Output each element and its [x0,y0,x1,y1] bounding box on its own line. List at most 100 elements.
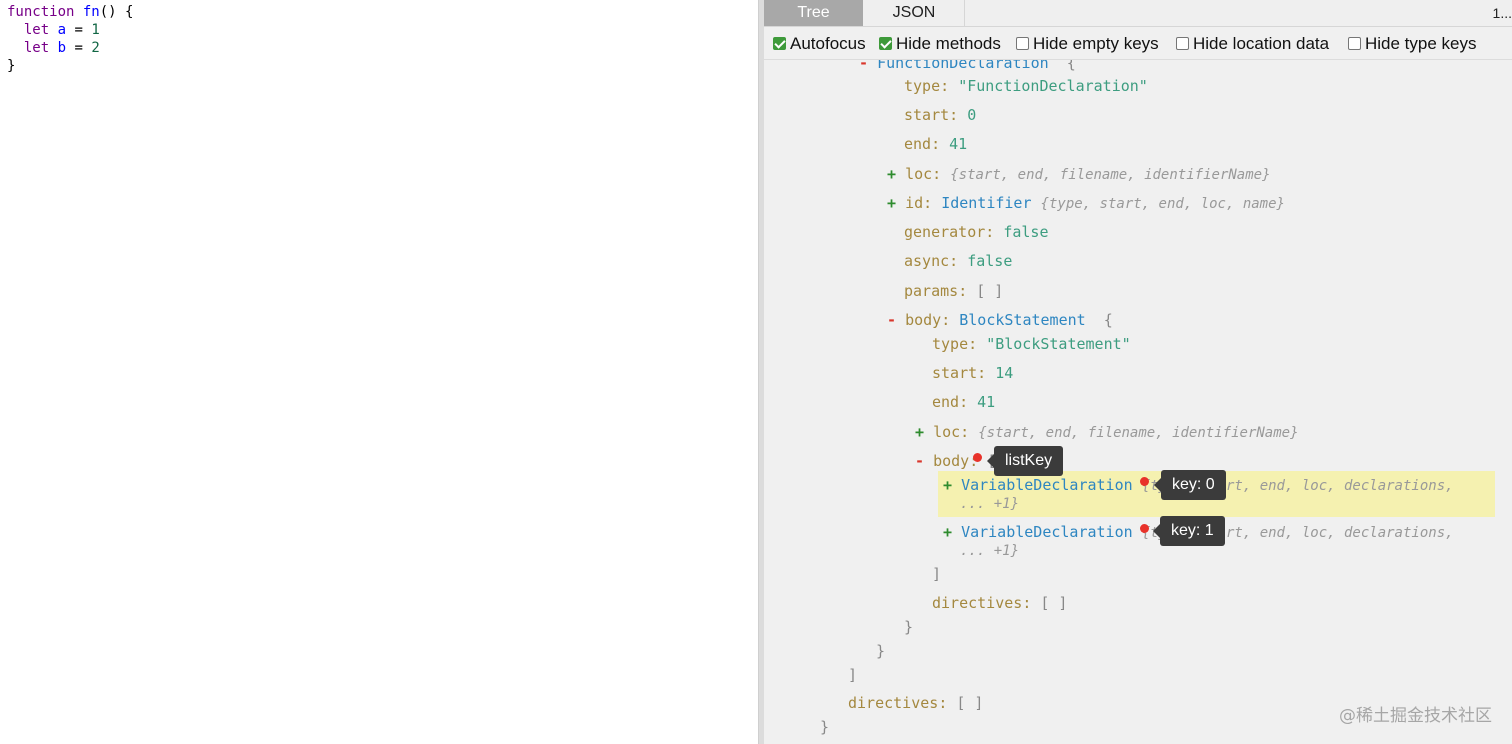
prop-value: 41 [949,135,968,153]
autofocus-option[interactable]: Autofocus [773,35,866,53]
tree-prop-start[interactable]: start: 0 [904,106,976,124]
prop-key: loc [933,423,961,441]
autofocus-checkbox[interactable] [773,37,786,50]
tree-prop-block-start[interactable]: start: 14 [932,364,1013,382]
option-label: Hide empty keys [1033,34,1159,53]
option-label: Hide methods [896,34,1001,53]
tree-prop-block-directives[interactable]: directives: [ ] [932,594,1067,612]
prop-key: directives [932,594,1023,612]
tree-prop-block-body[interactable]: - body: [ [915,452,996,470]
expand-toggle[interactable]: + [887,165,896,183]
prop-value: 0 [967,106,977,124]
prop-value: false [967,252,1013,270]
parse-time: 1... [1492,5,1512,21]
prop-key: end [932,393,960,411]
prop-value: 41 [977,393,996,411]
block-close-brace: } [904,618,914,636]
tree-prop-block-loc[interactable]: + loc: {start, end, filename, identifier… [915,423,1299,442]
tooltip-list-key: listKey [986,446,1064,476]
tree-prop-type[interactable]: type: "FunctionDeclaration" [904,77,1148,95]
hide-empty-keys-option[interactable]: Hide empty keys [1016,35,1159,53]
function-name: fn [82,4,100,20]
node-type[interactable]: Identifier [941,194,1031,212]
marker-dot [1140,524,1149,533]
tree-prop-block-end[interactable]: end: 41 [932,393,995,411]
prop-key: end [904,135,932,153]
prop-key: start [904,106,950,124]
prop-key: directives [848,694,939,712]
expand-toggle[interactable]: + [887,194,896,212]
prop-value: [ ] [1040,594,1068,612]
tree-prop-id[interactable]: + id: Identifier {type, start, end, loc,… [887,194,1285,213]
prop-summary: ... +1} [960,543,1020,559]
prop-value: [ ] [976,282,1004,300]
keyword: function [7,4,75,20]
prop-value: [ ] [956,694,984,712]
tooltip-key-0: key: 0 [1154,470,1226,500]
tree-node-summary-cont: ... +1} [960,494,1019,513]
prop-value: "BlockStatement" [986,335,1131,353]
node-type[interactable]: VariableDeclaration [961,476,1133,494]
number-literal: 2 [91,40,100,56]
hide-type-keys-option[interactable]: Hide type keys [1348,35,1477,53]
node-type[interactable]: VariableDeclaration [961,523,1133,541]
code-line-3: let b = 2 [7,39,100,57]
prop-key: start [932,364,978,382]
prop-key: body [933,452,970,470]
collapse-toggle[interactable]: - [859,60,868,72]
tree-prop-end[interactable]: end: 41 [904,135,967,153]
outer-list-close-bracket: ] [848,666,858,684]
hide-location-checkbox[interactable] [1176,37,1189,50]
expand-toggle[interactable]: + [943,523,952,541]
tree-node-function-declaration[interactable]: - FunctionDeclaration { [859,60,1076,72]
ast-tree[interactable]: - FunctionDeclaration { type: "FunctionD… [764,60,1512,744]
prop-value: 14 [995,364,1014,382]
code-text: = [66,22,92,38]
prop-summary: {start, end, filename, identifierName} [950,167,1271,183]
tree-node-block-statement[interactable]: - body: BlockStatement { [887,311,1113,329]
code-line-1: function fn() { [7,3,133,21]
code-editor[interactable]: function fn() { let a = 1 let b = 2 } [0,0,758,744]
function-close-brace: } [876,642,886,660]
node-type[interactable]: FunctionDeclaration [877,60,1049,72]
tab-json[interactable]: JSON [864,0,965,26]
prop-key: type [932,335,969,353]
tooltip-key-1: key: 1 [1153,516,1225,546]
tree-prop-directives[interactable]: directives: [ ] [848,694,983,712]
tree-prop-async[interactable]: async: false [904,252,1012,270]
code-text: () { [99,4,134,20]
variable-name: a [57,22,67,38]
prop-key: type [904,77,941,95]
node-type[interactable]: BlockStatement [959,311,1085,329]
tab-tree[interactable]: Tree [764,0,863,26]
option-label: Hide location data [1193,34,1330,53]
tree-prop-params[interactable]: params: [ ] [904,282,1003,300]
watermark: @稀土掘金技术社区 [1339,706,1492,726]
prop-summary: {type, start, end, loc, name} [1040,196,1285,212]
option-label: Hide type keys [1365,34,1477,53]
hide-type-keys-checkbox[interactable] [1348,37,1361,50]
collapse-toggle[interactable]: - [887,311,896,329]
hide-methods-option[interactable]: Hide methods [879,35,1001,53]
list-close-bracket: ] [932,565,942,583]
options-bar: Autofocus Hide methods Hide empty keys H… [764,27,1512,60]
number-literal: 1 [91,22,100,38]
prop-summary: {start, end, filename, identifierName} [978,425,1299,441]
tree-prop-loc[interactable]: + loc: {start, end, filename, identifier… [887,165,1271,184]
expand-toggle[interactable]: + [915,423,924,441]
hide-methods-checkbox[interactable] [879,37,892,50]
expand-toggle[interactable]: + [943,476,952,494]
keyword: let [23,40,50,56]
tree-prop-generator[interactable]: generator: false [904,223,1049,241]
tree-prop-block-type[interactable]: type: "BlockStatement" [932,335,1131,353]
variable-name: b [57,40,67,56]
output-panel: Tree JSON 1... Autofocus Hide methods Hi… [764,0,1512,744]
collapse-toggle[interactable]: - [915,452,924,470]
tab-bar: Tree JSON 1... [764,0,1512,27]
hide-empty-keys-checkbox[interactable] [1016,37,1029,50]
prop-value: false [1003,223,1049,241]
program-close-brace: } [820,718,830,736]
prop-key: async [904,252,950,270]
keyword: let [23,22,50,38]
hide-location-option[interactable]: Hide location data [1176,35,1329,53]
